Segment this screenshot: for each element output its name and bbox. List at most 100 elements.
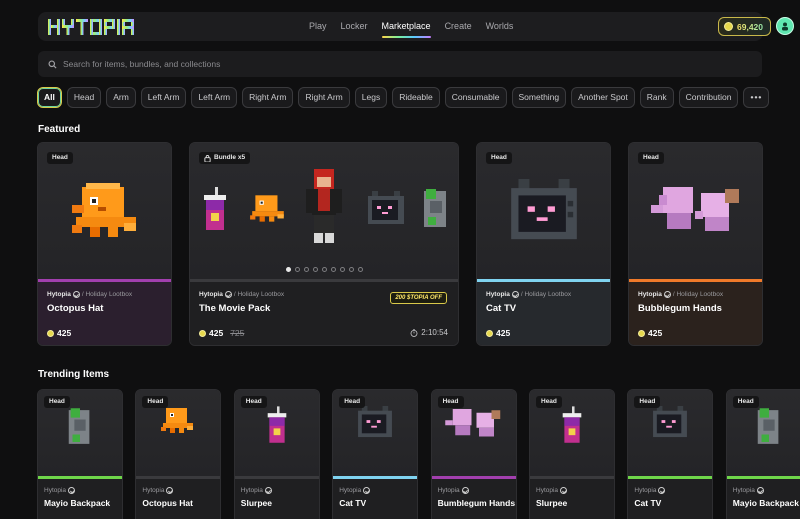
collection-name: / Holiday Lootbox xyxy=(81,291,133,298)
collection-name: / Holiday Lootbox xyxy=(520,291,572,298)
card-info: Hytopia / Holiday Lootbox Octopus Hat 42… xyxy=(38,282,171,345)
item-preview: Head xyxy=(629,143,762,279)
trending-card[interactable]: Head Hytopia Slurpee xyxy=(529,389,615,519)
verified-icon xyxy=(224,291,232,298)
coin-icon xyxy=(47,329,54,337)
category-filters: All Head Arm Left Arm Left Arm Right Arm… xyxy=(37,87,770,108)
featured-card-octopus-hat[interactable]: Head Hytopia / Holiday Lootbox Octopus H… xyxy=(37,142,172,346)
nav-locker[interactable]: Locker xyxy=(334,12,375,41)
carousel-dot[interactable] xyxy=(285,267,291,272)
item-name: Cat TV xyxy=(486,303,517,314)
hytopia-logo[interactable] xyxy=(46,16,146,38)
filter-head[interactable]: Head xyxy=(66,87,102,108)
slurpee-icon xyxy=(235,406,319,444)
verified-icon xyxy=(363,487,371,494)
coin-icon xyxy=(724,22,733,31)
card-info: Hytopia Mayio Backpack xyxy=(38,479,122,519)
cat-tv-icon xyxy=(333,406,417,438)
trending-card[interactable]: Head Hytopia Cat TV xyxy=(627,389,714,519)
more-filters-button[interactable]: ••• xyxy=(743,87,770,108)
filter-rank[interactable]: Rank xyxy=(639,87,674,108)
item-preview: Head xyxy=(38,390,122,476)
verified-icon xyxy=(68,487,76,494)
octopus-icon xyxy=(250,195,284,222)
featured-card-movie-pack[interactable]: Bundle x5 Hytopia / Holiday Lootbox 200 … xyxy=(189,142,459,346)
item-preview: Head xyxy=(726,390,800,476)
filter-legs[interactable]: Legs xyxy=(354,87,388,108)
item-type-tag: Head xyxy=(47,152,73,164)
trending-card[interactable]: Head Hytopia Mayio Backpack xyxy=(37,389,123,519)
balance-value: 69,420 xyxy=(737,21,763,32)
item-meta: Hytopia xyxy=(241,487,272,494)
item-meta: Hytopia / Holiday Lootbox xyxy=(638,291,723,298)
collection-name: / Holiday Lootbox xyxy=(672,291,724,298)
carousel-dots xyxy=(190,267,458,272)
carousel-dot[interactable] xyxy=(312,267,318,272)
carousel-dot[interactable] xyxy=(303,267,309,272)
item-type-tag: Head xyxy=(536,396,562,408)
featured-card-cat-tv[interactable]: Head Hytopia / Holiday Lootbox Cat TV 42… xyxy=(476,142,611,346)
slurpee-icon xyxy=(530,406,614,444)
nav-play[interactable]: Play xyxy=(302,12,334,41)
trending-card[interactable]: Head Hytopia Cat TV xyxy=(332,389,419,519)
balance-button[interactable]: 69,420 xyxy=(718,17,771,36)
filter-rideable[interactable]: Rideable xyxy=(392,87,440,108)
featured-card-bubblegum-hands[interactable]: Head Hytopia / Holiday Lootbox Bubblegum… xyxy=(628,142,763,346)
filter-contribution[interactable]: Contribution xyxy=(678,87,739,108)
verified-icon xyxy=(658,487,666,494)
bubblegum-hands-icon xyxy=(651,187,739,231)
item-type-tag: Head xyxy=(732,396,759,408)
bundle-preview: Bundle x5 xyxy=(190,143,458,279)
bag-icon xyxy=(204,154,211,162)
top-bar: Play Locker Marketplace Create Worlds 69… xyxy=(38,12,794,41)
coin-icon xyxy=(199,329,206,337)
character-skin-icon xyxy=(306,169,342,243)
filter-arm[interactable]: Arm xyxy=(106,87,136,108)
avatar[interactable] xyxy=(776,17,794,35)
filter-right-arm[interactable]: Right Arm xyxy=(242,87,294,108)
filter-another-spot[interactable]: Another Spot xyxy=(571,87,635,108)
nav-marketplace[interactable]: Marketplace xyxy=(375,12,438,41)
verified-icon xyxy=(663,291,671,298)
filter-right-arm-2[interactable]: Right Arm xyxy=(298,87,350,108)
filter-left-arm-2[interactable]: Left Arm xyxy=(191,87,238,108)
search-input[interactable] xyxy=(63,59,743,69)
card-info: Hytopia Slurpee xyxy=(234,479,319,519)
filter-left-arm[interactable]: Left Arm xyxy=(140,87,187,108)
cat-tv-icon xyxy=(368,191,404,224)
search-bar[interactable] xyxy=(38,51,762,77)
trending-card[interactable]: Head Hytopia Bumblegum Hands xyxy=(430,389,517,519)
filter-all[interactable]: All xyxy=(37,87,62,108)
creator-name: Hytopia xyxy=(199,291,223,298)
verified-icon xyxy=(756,487,764,494)
filter-something[interactable]: Something xyxy=(511,87,567,108)
trending-card[interactable]: Head Hytopia Slurpee xyxy=(233,389,320,519)
carousel-dot[interactable] xyxy=(357,267,363,272)
trending-card[interactable]: Head Hytopia Mayio Backpack xyxy=(725,389,800,519)
item-meta: Hytopia / Holiday Lootbox xyxy=(486,291,571,298)
nav-create[interactable]: Create xyxy=(438,12,479,41)
bubblegum-hands-icon xyxy=(432,406,516,442)
coin-icon xyxy=(486,329,493,337)
item-name: Slurpee xyxy=(536,498,568,508)
carousel-dot[interactable] xyxy=(321,267,327,272)
item-type-tag: Head xyxy=(486,152,512,164)
trending-card[interactable]: Head Hytopia Octopus Hat xyxy=(135,389,222,519)
carousel-dot[interactable] xyxy=(348,267,354,272)
item-preview: Head xyxy=(38,143,171,279)
card-info: Hytopia / Holiday Lootbox Cat TV 425 xyxy=(477,282,610,345)
creator-name: Hytopia xyxy=(339,487,362,494)
main-nav: Play Locker Marketplace Create Worlds xyxy=(302,12,520,41)
backpack-icon xyxy=(727,406,800,448)
carousel-dot[interactable] xyxy=(330,267,336,272)
carousel-dot[interactable] xyxy=(294,267,300,272)
card-info: Hytopia Mayio Backpack xyxy=(726,479,800,519)
carousel-dot[interactable] xyxy=(339,267,345,272)
backpack-icon xyxy=(424,189,446,227)
item-meta: Hytopia / Holiday Lootbox xyxy=(199,291,284,298)
coin-icon xyxy=(638,329,645,337)
filter-consumable[interactable]: Consumable xyxy=(444,87,507,108)
backpack-icon xyxy=(38,406,122,448)
verified-icon xyxy=(166,487,174,494)
nav-worlds[interactable]: Worlds xyxy=(479,12,521,41)
